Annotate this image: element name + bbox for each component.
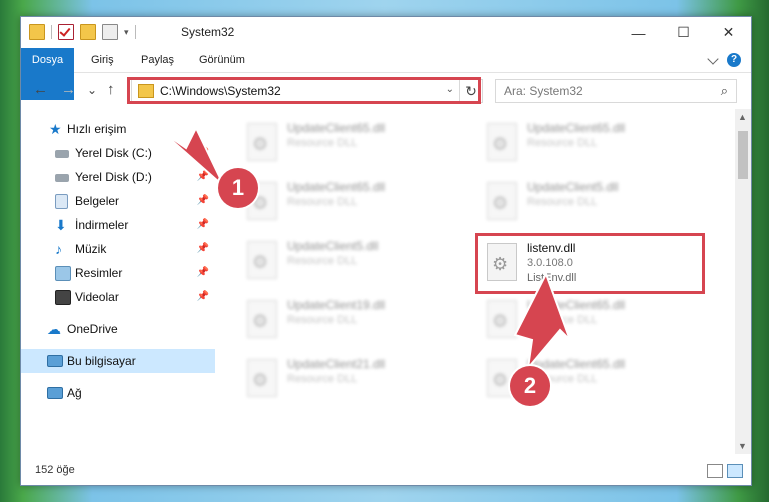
arrow-2: [513, 271, 571, 372]
annotation-arrows: [159, 125, 571, 372]
callout-2: 2: [510, 366, 550, 406]
callout-1: 1: [218, 168, 258, 208]
